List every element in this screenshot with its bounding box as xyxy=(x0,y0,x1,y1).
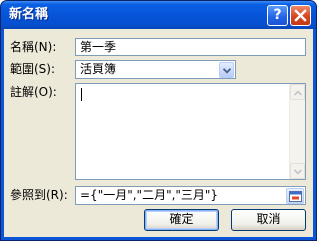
chevron-down-icon xyxy=(223,68,231,74)
scroll-up-button[interactable] xyxy=(290,84,305,100)
name-input[interactable]: 第一季 xyxy=(75,38,306,56)
range-picker-button[interactable] xyxy=(286,188,304,204)
comment-label: 註解(O): xyxy=(10,85,57,99)
arrow-down-icon xyxy=(294,169,302,175)
help-button[interactable]: ? xyxy=(267,5,288,26)
refers-to-value: ={"一月","二月","三月"} xyxy=(80,188,219,202)
scope-select[interactable]: 活頁簿 xyxy=(75,60,236,79)
cancel-button[interactable]: 取消 xyxy=(231,209,306,231)
scope-dropdown-button[interactable] xyxy=(219,62,234,78)
ok-button[interactable]: 確定 xyxy=(144,209,219,231)
new-name-dialog: 新名稱 ? 名稱(N): 第一季 範圍(S): 活頁簿 註解(O): 參照到(R… xyxy=(0,0,317,241)
title-bar[interactable]: 新名稱 ? xyxy=(1,1,316,29)
close-icon xyxy=(294,9,307,22)
scroll-down-button[interactable] xyxy=(290,163,305,179)
range-select-icon xyxy=(289,191,302,202)
refers-to-label: 參照到(R): xyxy=(10,188,68,202)
scope-label: 範圍(S): xyxy=(10,62,56,76)
help-icon: ? xyxy=(273,7,282,23)
dialog-body: 名稱(N): 第一季 範圍(S): 活頁簿 註解(O): 參照到(R): ={"… xyxy=(4,29,313,237)
refers-to-input[interactable]: ={"一月","二月","三月"} xyxy=(75,186,306,205)
name-label: 名稱(N): xyxy=(10,40,57,54)
scope-selected-value: 活頁簿 xyxy=(80,62,117,76)
close-button[interactable] xyxy=(290,5,311,26)
text-caret xyxy=(81,88,82,101)
comment-textarea[interactable] xyxy=(75,83,306,180)
arrow-up-icon xyxy=(294,90,302,96)
comment-scrollbar[interactable] xyxy=(289,84,305,179)
window-title: 新名稱 xyxy=(9,7,49,22)
